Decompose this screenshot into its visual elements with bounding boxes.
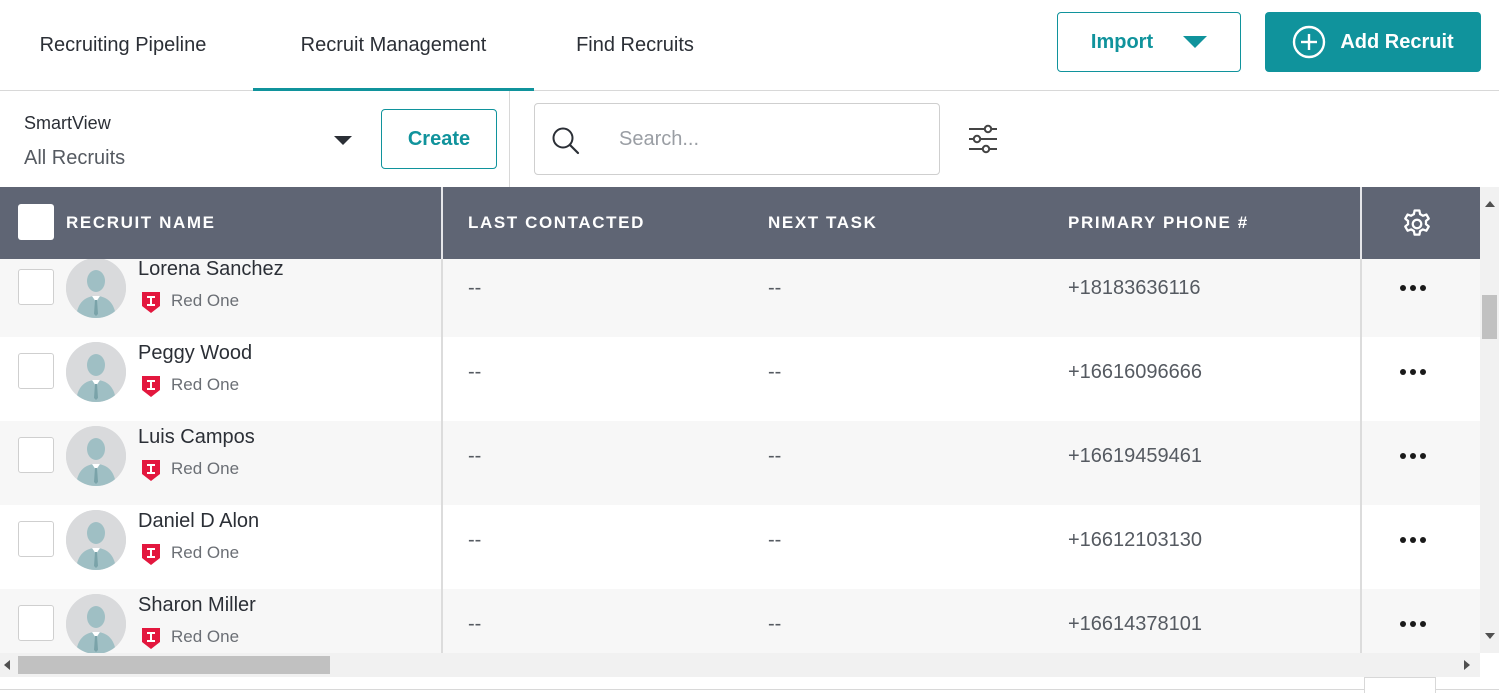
column-divider xyxy=(1360,259,1362,653)
recruit-organization: Red One xyxy=(171,543,240,562)
caret-down-icon xyxy=(1183,36,1208,48)
shield-badge-icon xyxy=(142,460,160,481)
column-divider xyxy=(441,187,443,259)
shield-badge-icon xyxy=(142,628,160,649)
recruit-name[interactable]: Peggy Wood xyxy=(138,342,252,365)
shield-badge-icon xyxy=(142,376,160,397)
footer-tab xyxy=(1364,677,1436,693)
import-button[interactable]: Import xyxy=(1057,12,1241,72)
column-header-last-contacted[interactable]: LAST CONTACTED xyxy=(468,187,645,259)
user-avatar-icon xyxy=(66,259,126,318)
tab-recruit-management[interactable]: Recruit Management xyxy=(253,0,534,91)
last-contacted-cell: -- xyxy=(468,529,482,551)
row-checkbox[interactable] xyxy=(18,605,54,641)
table-row[interactable]: Peggy Wood Red One -- -- +16616096666 xyxy=(0,337,1480,421)
top-navigation: Recruiting Pipeline Recruit Management F… xyxy=(0,0,1499,91)
search-icon xyxy=(552,127,580,155)
table-row[interactable]: Sharon Miller Red One -- -- +16614378101 xyxy=(0,589,1480,653)
add-recruit-button[interactable]: Add Recruit xyxy=(1265,12,1481,72)
toolbar: SmartView All Recruits Create xyxy=(0,91,1499,187)
more-horizontal-icon[interactable] xyxy=(1400,447,1436,465)
tab-find-recruits[interactable]: Find Recruits xyxy=(550,0,720,90)
more-horizontal-icon[interactable] xyxy=(1400,615,1436,633)
primary-phone-cell[interactable]: +16616096666 xyxy=(1068,361,1202,384)
create-smartview-button[interactable]: Create xyxy=(381,109,497,169)
recruit-name[interactable]: Daniel D Alon xyxy=(138,510,259,533)
more-horizontal-icon[interactable] xyxy=(1400,531,1436,549)
table-row[interactable]: Luis Campos Red One -- -- +16619459461 xyxy=(0,421,1480,505)
last-contacted-cell: -- xyxy=(468,445,482,467)
user-avatar-icon xyxy=(66,342,126,402)
next-task-cell: -- xyxy=(768,445,782,467)
last-contacted-cell: -- xyxy=(468,277,482,299)
search-input[interactable] xyxy=(619,124,919,154)
vertical-scrollbar[interactable] xyxy=(1480,187,1499,653)
primary-phone-cell[interactable]: +16614378101 xyxy=(1068,613,1202,636)
next-task-cell: -- xyxy=(768,277,782,299)
scroll-left-arrow-icon[interactable] xyxy=(4,660,10,670)
vertical-scroll-thumb[interactable] xyxy=(1482,295,1497,339)
smartview-selected-value[interactable]: All Recruits xyxy=(24,147,125,170)
column-header-recruit-name[interactable]: RECRUIT NAME xyxy=(66,187,216,259)
scroll-right-arrow-icon[interactable] xyxy=(1464,660,1470,670)
footer-divider xyxy=(0,689,1499,690)
recruit-name[interactable]: Sharon Miller xyxy=(138,594,256,617)
last-contacted-cell: -- xyxy=(468,613,482,635)
recruit-organization: Red One xyxy=(171,375,240,394)
gear-icon[interactable] xyxy=(1400,207,1434,241)
primary-phone-cell[interactable]: +16612103130 xyxy=(1068,529,1202,552)
column-divider xyxy=(1360,187,1362,259)
next-task-cell: -- xyxy=(768,361,782,383)
more-horizontal-icon[interactable] xyxy=(1400,279,1436,297)
recruit-name[interactable]: Lorena Sanchez xyxy=(138,259,284,281)
user-avatar-icon xyxy=(66,510,126,570)
smartview-label: SmartView xyxy=(24,113,111,133)
last-contacted-cell: -- xyxy=(468,361,482,383)
horizontal-scrollbar[interactable] xyxy=(0,653,1480,677)
table-body: Sharon Miller Red One -- -- +16614378101… xyxy=(0,259,1480,653)
select-all-checkbox[interactable] xyxy=(18,204,54,240)
tab-recruiting-pipeline[interactable]: Recruiting Pipeline xyxy=(10,0,236,90)
primary-phone-cell[interactable]: +18183636116 xyxy=(1068,277,1201,300)
column-divider xyxy=(441,259,443,653)
scroll-down-arrow-icon[interactable] xyxy=(1485,633,1495,639)
plus-circle-icon xyxy=(1293,25,1326,59)
user-avatar-icon xyxy=(66,426,126,486)
add-recruit-label: Add Recruit xyxy=(1340,30,1454,53)
user-avatar-icon xyxy=(66,594,126,653)
row-checkbox[interactable] xyxy=(18,353,54,389)
next-task-cell: -- xyxy=(768,613,782,635)
column-header-primary-phone[interactable]: PRIMARY PHONE # xyxy=(1068,187,1249,259)
recruit-organization: Red One xyxy=(171,459,240,478)
row-checkbox[interactable] xyxy=(18,269,54,305)
recruit-name[interactable]: Luis Campos xyxy=(138,426,255,449)
table-header: RECRUIT NAME LAST CONTACTED NEXT TASK PR… xyxy=(0,187,1480,259)
search-box[interactable] xyxy=(534,103,940,175)
toolbar-divider xyxy=(509,91,510,187)
more-horizontal-icon[interactable] xyxy=(1400,363,1436,381)
import-button-label: Import xyxy=(1090,30,1154,53)
sliders-icon[interactable] xyxy=(967,124,999,154)
column-header-next-task[interactable]: NEXT TASK xyxy=(768,187,877,259)
row-checkbox[interactable] xyxy=(18,437,54,473)
recruit-organization: Red One xyxy=(171,291,240,310)
horizontal-scroll-thumb[interactable] xyxy=(18,656,330,674)
shield-badge-icon xyxy=(142,292,160,313)
next-task-cell: -- xyxy=(768,529,782,551)
smartview-dropdown-caret-icon[interactable] xyxy=(334,136,352,145)
table-row[interactable]: Lorena Sanchez Red One -- -- +1818363611… xyxy=(0,259,1480,337)
table-row[interactable]: Daniel D Alon Red One -- -- +16612103130 xyxy=(0,505,1480,589)
scroll-up-arrow-icon[interactable] xyxy=(1485,201,1495,207)
recruit-organization: Red One xyxy=(171,627,240,646)
primary-phone-cell[interactable]: +16619459461 xyxy=(1068,445,1202,468)
shield-badge-icon xyxy=(142,544,160,565)
row-checkbox[interactable] xyxy=(18,521,54,557)
